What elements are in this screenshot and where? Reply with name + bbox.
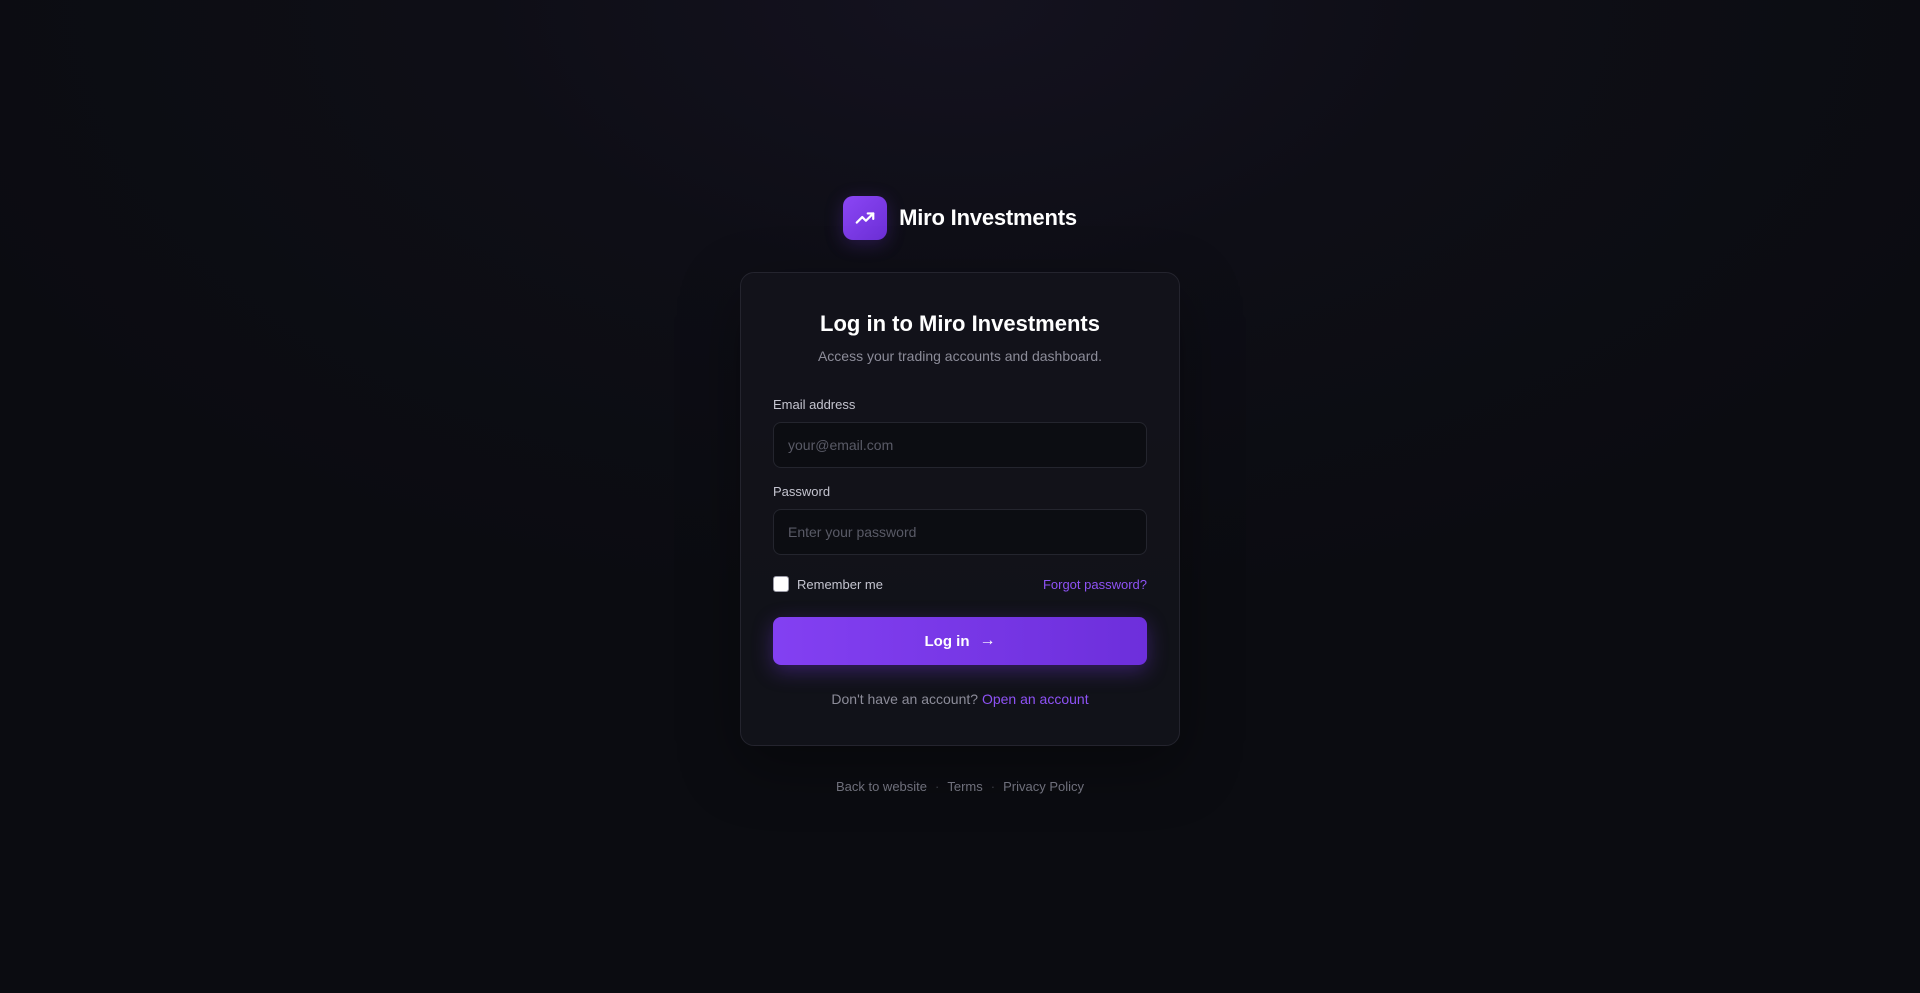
page-title: Log in to Miro Investments (820, 311, 1100, 336)
email-label: Email address (773, 397, 856, 412)
login-button[interactable]: Log in → (773, 617, 1147, 665)
trending-up-icon (855, 212, 875, 224)
brand-header: Miro Investments (0, 196, 1920, 240)
remember-me-label: Remember me (797, 576, 883, 592)
remember-me-checkbox[interactable] (773, 576, 789, 592)
brand-name: Miro Investments (899, 205, 1077, 230)
forgot-password-link[interactable]: Forgot password? (1043, 577, 1147, 592)
arrow-right-icon: → (979, 632, 996, 649)
remember-me[interactable]: Remember me (773, 576, 883, 592)
email-input[interactable] (773, 422, 1147, 468)
brand-logo (843, 196, 888, 240)
password-label: Password (773, 484, 831, 499)
email-field-group: Email address (773, 397, 1147, 468)
footer-link-back-to-website[interactable]: Back to website (836, 779, 927, 794)
signup-prompt: Don't have an account? Open an account (773, 691, 1147, 707)
page-subtitle: Access your trading accounts and dashboa… (817, 348, 1103, 364)
password-input[interactable] (773, 509, 1147, 555)
footer-link-terms[interactable]: Terms (947, 779, 982, 794)
footer-link-privacy-policy[interactable]: Privacy Policy (1003, 779, 1084, 794)
login-card: Log in to Miro Investments Access your t… (740, 272, 1180, 746)
login-button-label: Log in (924, 632, 970, 650)
login-page: Miro Investments Log in to Miro Investme… (0, 0, 1920, 993)
signup-prompt-text: Don't have an account? (831, 691, 979, 707)
form-options-row: Remember me Forgot password? (773, 575, 1147, 593)
footer-separator: · (935, 779, 940, 794)
password-field-group: Password (773, 484, 1147, 555)
footer-separator: · (990, 779, 996, 794)
footer-links: Back to website · Terms · Privacy Policy (0, 779, 1920, 794)
open-account-link[interactable]: Open an account (982, 691, 1089, 707)
